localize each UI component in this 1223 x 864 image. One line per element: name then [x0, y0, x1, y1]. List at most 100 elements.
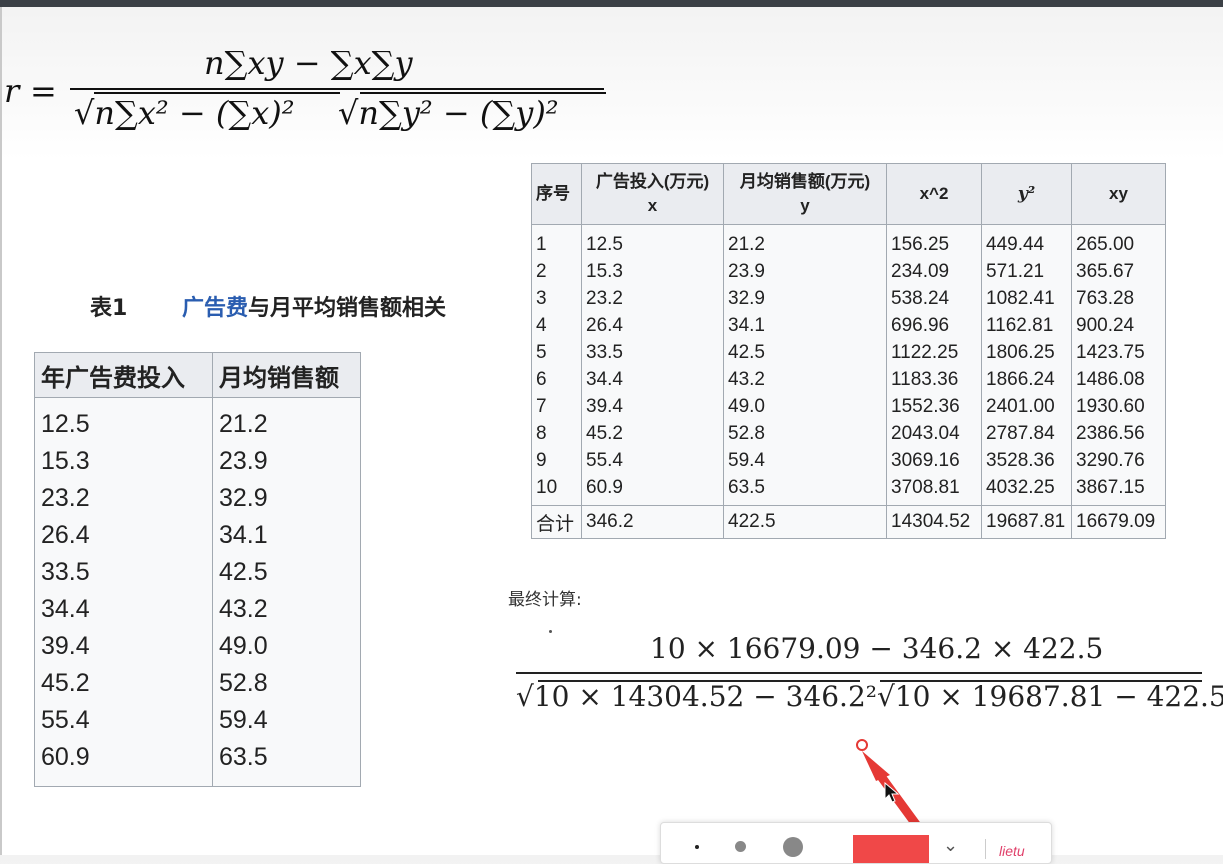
table-cell: 3708.81: [886, 474, 982, 506]
formula-equals: =: [30, 72, 57, 110]
table-cell: 6: [531, 366, 582, 393]
table-cell: 23.2: [581, 285, 724, 312]
table-cell: 10: [531, 474, 582, 506]
table-cell: 34.4: [581, 366, 724, 393]
table-cell: 1122.25: [886, 339, 982, 366]
final-denominator-left: √10 × 14304.52 − 346.2²: [516, 680, 877, 713]
table-cell: 1082.41: [981, 285, 1072, 312]
table-cell: 7: [531, 393, 582, 420]
final-denominator-right: √10 × 19687.81 − 422.5²: [876, 680, 1223, 713]
table-cell: 34.1: [723, 312, 887, 339]
formula-lhs: r: [4, 72, 20, 110]
table-cell: 9: [531, 447, 582, 474]
table-cell: 763.28: [1071, 285, 1166, 312]
table-cell: 33.5: [581, 339, 724, 366]
brush-size-medium-icon[interactable]: [735, 841, 746, 852]
table-row: 7 39.4 49.0 1552.36 2401.00 1930.60: [531, 393, 1166, 420]
color-swatch[interactable]: [853, 835, 929, 863]
table-cell: 4: [531, 312, 582, 339]
table-cell: 365.67: [1071, 258, 1166, 285]
total-label: 合计: [531, 505, 582, 539]
total-cell: 346.2: [581, 505, 724, 539]
annotation-toolbar: ⌄ lietu: [660, 822, 1052, 864]
table-cell: 2401.00: [981, 393, 1072, 420]
table-cell: 21.2: [212, 397, 361, 443]
table-cell: 52.8: [212, 665, 361, 702]
table-cell: 538.24: [886, 285, 982, 312]
final-radical-bar-right: [880, 680, 1202, 682]
table-cell: 1423.75: [1071, 339, 1166, 366]
table-cell: 26.4: [34, 517, 213, 554]
table-cell: 21.2: [723, 224, 887, 258]
mouse-cursor-icon: [884, 782, 900, 803]
table-cell: 4032.25: [981, 474, 1072, 506]
table-cell: 45.2: [581, 420, 724, 447]
table-cell: 42.5: [212, 554, 361, 591]
table-cell: 52.8: [723, 420, 887, 447]
table-cell: 2386.56: [1071, 420, 1166, 447]
formula-numerator: n∑xy − ∑x∑y: [204, 44, 413, 82]
table-cell: 265.00: [1071, 224, 1166, 258]
table-row: 6 34.4 43.2 1183.36 1866.24 1486.08: [531, 366, 1166, 393]
column-header: 年广告费投入: [34, 352, 213, 398]
table-cell: 3867.15: [1071, 474, 1166, 506]
table-cell: 1162.81: [981, 312, 1072, 339]
table-cell: 234.09: [886, 258, 982, 285]
table-cell: 55.4: [34, 702, 213, 739]
table-row: 55.4 59.4: [34, 702, 361, 739]
table-cell: 12.5: [581, 224, 724, 258]
table-cell: 5: [531, 339, 582, 366]
window-left-edge: [0, 7, 2, 855]
total-row: 合计 346.2 422.5 14304.52 19687.81 16679.0…: [531, 505, 1166, 539]
table-cell: 33.5: [34, 554, 213, 591]
final-numerator: 10 × 16679.09 − 346.2 × 422.5: [650, 632, 1104, 665]
table-cell: 42.5: [723, 339, 887, 366]
table-row: 23.2 32.9: [34, 480, 361, 517]
formula-fraction-bar: [70, 88, 604, 90]
table-row: 15.3 23.9: [34, 443, 361, 480]
table-row: 5 33.5 42.5 1122.25 1806.25 1423.75: [531, 339, 1166, 366]
table1-title-link[interactable]: 广告费: [182, 296, 248, 321]
table-cell: 32.9: [723, 285, 887, 312]
table1-title: 表1 广告费与月平均销售额相关: [90, 290, 446, 322]
table-cell: 3290.76: [1071, 447, 1166, 474]
brush-size-small-icon[interactable]: [695, 845, 699, 849]
final-calc-label: 最终计算:: [508, 590, 582, 610]
chevron-down-icon[interactable]: ⌄: [943, 835, 958, 856]
table-cell: 1930.60: [1071, 393, 1166, 420]
table-cell: 1806.25: [981, 339, 1072, 366]
table-cell: 12.5: [34, 397, 213, 443]
table-cell: 449.44: [981, 224, 1072, 258]
table-cell: 45.2: [34, 665, 213, 702]
column-header-y2: y²: [981, 163, 1072, 225]
table-row: 12.5 21.2: [34, 397, 361, 443]
table-row: 60.9 63.5: [34, 739, 361, 787]
table-cell: 1: [531, 224, 582, 258]
table-row: 26.4 34.1: [34, 517, 361, 554]
formula-denominator-right: √n∑y² − (∑y)²: [338, 94, 559, 132]
pearson-formula: r = n∑xy − ∑x∑y √n∑x² − (∑x)² √n∑y² − (∑…: [4, 32, 644, 160]
column-header-symbol: y: [800, 196, 810, 215]
table-row: 45.2 52.8: [34, 665, 361, 702]
table-row: 33.5 42.5: [34, 554, 361, 591]
formula-radical-bar-left: [94, 92, 340, 94]
formula-radical-bar-right: [360, 92, 606, 94]
table-cell: 32.9: [212, 480, 361, 517]
table-cell: 63.5: [723, 474, 887, 506]
final-denominator: √10 × 14304.52 − 346.2²√10 × 19687.81 − …: [516, 680, 1223, 713]
table-row: 3 23.2 32.9 538.24 1082.41 763.28: [531, 285, 1166, 312]
column-header-label: 广告投入(万元): [595, 172, 710, 191]
table-row: 1 12.5 21.2 156.25 449.44 265.00: [531, 224, 1166, 258]
brush-size-large-icon[interactable]: [783, 837, 803, 857]
table-row: 10 60.9 63.5 3708.81 4032.25 3867.15: [531, 474, 1166, 506]
table-cell: 1866.24: [981, 366, 1072, 393]
column-header-label: 月均销售额(万元): [739, 172, 871, 191]
toolbar-brand: lietu: [999, 843, 1025, 859]
table-cell: 63.5: [212, 739, 361, 787]
column-header-index: 序号: [531, 163, 582, 225]
table-cell: 1486.08: [1071, 366, 1166, 393]
table-cell: 156.25: [886, 224, 982, 258]
table1-title-rest: 与月平均销售额相关: [248, 296, 447, 321]
table-cell: 59.4: [723, 447, 887, 474]
table-cell: 34.4: [34, 591, 213, 628]
